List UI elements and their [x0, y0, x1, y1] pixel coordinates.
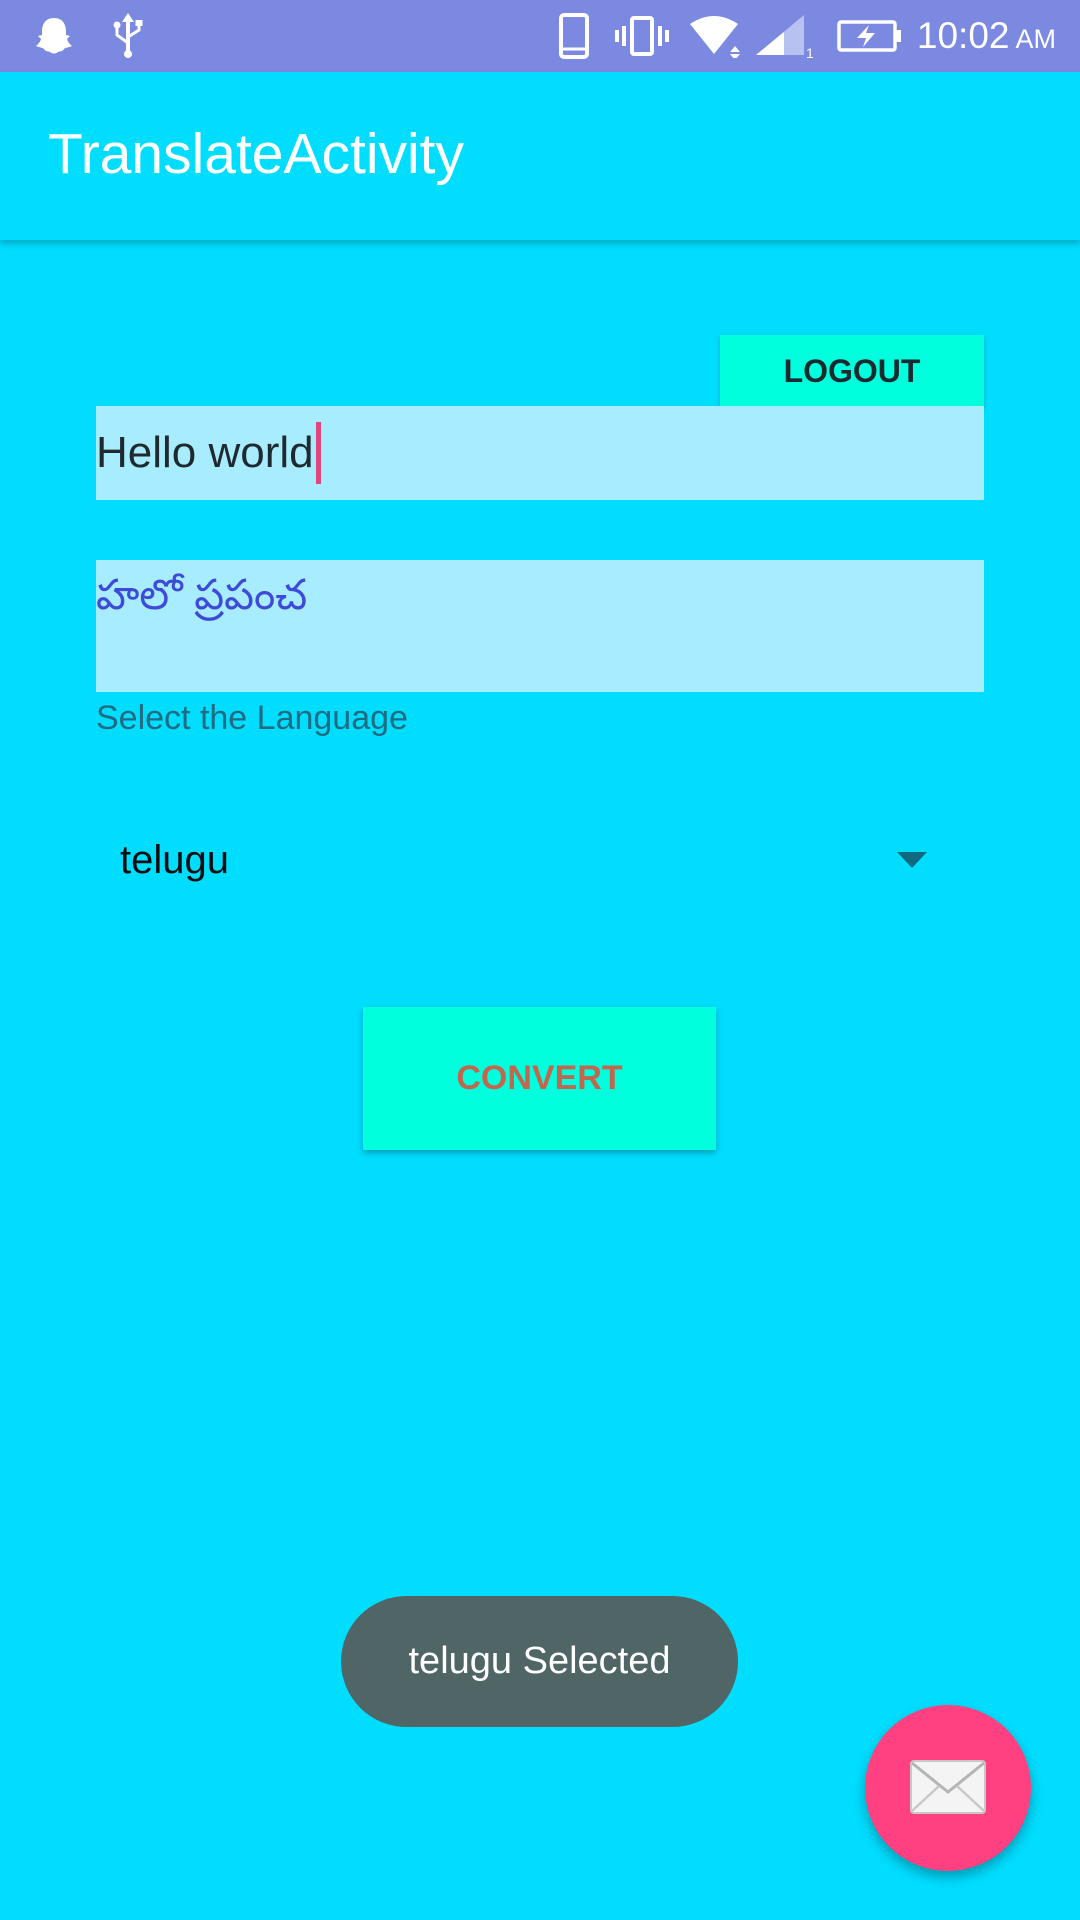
language-spinner-value: telugu: [120, 838, 229, 882]
app-bar: TranslateActivity: [0, 72, 1080, 240]
wifi-icon: [686, 0, 746, 72]
translated-text-value: హలో ప్రపంచ: [96, 571, 308, 618]
convert-button[interactable]: CONVERT: [363, 1007, 716, 1150]
battery-charging-icon: [836, 0, 904, 72]
envelope-icon: [909, 1759, 987, 1818]
source-text-value: Hello world: [96, 428, 314, 477]
email-fab-button[interactable]: [865, 1705, 1031, 1871]
translated-text-field[interactable]: హలో ప్రపంచ: [96, 560, 984, 692]
language-label: Select the Language: [96, 699, 408, 737]
app-title: TranslateActivity: [48, 122, 465, 186]
toast-message: telugu Selected: [341, 1596, 738, 1727]
status-ampm: AM: [1015, 23, 1057, 54]
status-time: 10:02: [916, 15, 1010, 56]
phone-icon: [554, 0, 594, 72]
snapchat-ghost-icon: [30, 0, 78, 72]
signal-icon: 1: [754, 0, 814, 72]
dropdown-arrow-icon: [896, 851, 928, 874]
text-cursor: [315, 422, 321, 484]
toast-text: telugu Selected: [408, 1640, 671, 1682]
status-clock: 10:02 AM: [917, 0, 1056, 72]
usb-icon: [104, 0, 152, 72]
source-text-input[interactable]: Hello world: [96, 406, 984, 500]
signal-sim-number: 1: [806, 45, 814, 59]
vibrate-icon: [614, 0, 670, 72]
logout-button[interactable]: LOGOUT: [720, 335, 984, 407]
status-bar: 1 10:02 AM: [0, 0, 1080, 72]
language-spinner[interactable]: telugu: [96, 820, 984, 904]
